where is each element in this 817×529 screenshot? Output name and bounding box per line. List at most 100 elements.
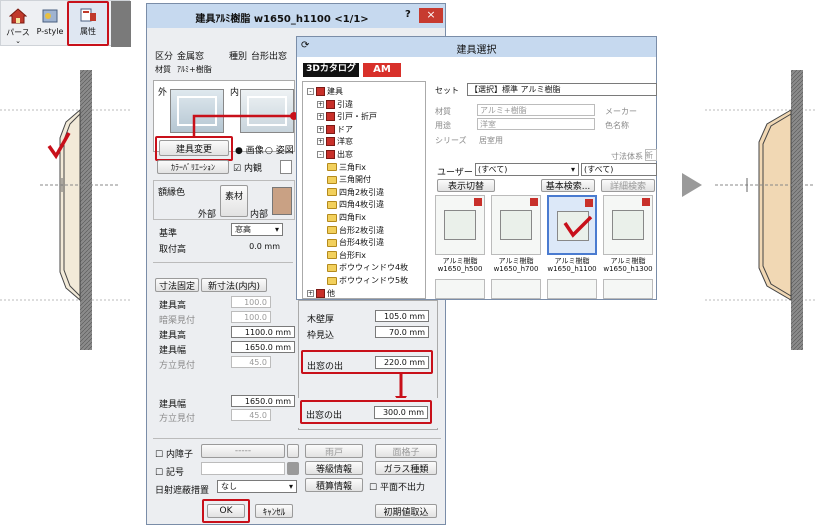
tree-item[interactable]: 四角Fix xyxy=(327,212,366,223)
wall-thickness-field[interactable]: 105.0 mm xyxy=(375,310,429,322)
expander-icon[interactable]: + xyxy=(317,100,324,108)
symbol-field[interactable] xyxy=(201,462,285,475)
frame-depth-label: 枠見込 xyxy=(307,331,335,341)
inner-shoji-side-button[interactable] xyxy=(287,444,299,458)
row-field[interactable]: 45.0 xyxy=(231,356,271,368)
estimate-button[interactable]: 積算情報 xyxy=(305,478,363,492)
expander-icon[interactable]: + xyxy=(317,113,324,121)
tree-item[interactable]: + 引違 xyxy=(317,99,353,110)
tree-item[interactable]: + ドア xyxy=(317,124,353,135)
tree-item-label: 引戸・折戸 xyxy=(337,112,377,122)
prop-field[interactable]: アルミ+樹脂 xyxy=(477,104,595,116)
outer-label: 外部 xyxy=(198,210,217,220)
expander-icon[interactable]: + xyxy=(317,138,324,146)
plan-view-before xyxy=(0,50,130,526)
thumb-item[interactable] xyxy=(603,279,653,299)
inner-shoji-checkbox[interactable]: ☐ 内障子 xyxy=(155,447,193,460)
tab-3d-catalog[interactable]: 3Dカタログ xyxy=(303,63,359,77)
basic-search-button[interactable]: 基本検索... xyxy=(541,179,595,192)
inner-view-swatch[interactable] xyxy=(280,160,292,174)
dialog-titlebar: 建具ｱﾙﾐ樹脂 w1650_h1100 <1/1> ? × xyxy=(147,4,445,28)
thumb-item[interactable] xyxy=(547,279,597,299)
color-variation-button[interactable]: ｶﾗｰﾊﾞﾘｴｰｼｮﾝ xyxy=(157,160,229,174)
close-button[interactable]: × xyxy=(419,8,443,23)
amado-button[interactable]: 雨戸 xyxy=(305,444,363,458)
status-icon xyxy=(530,198,538,206)
expander-icon[interactable]: + xyxy=(317,125,324,133)
tree-item-label: 四角2枚引違 xyxy=(339,187,385,197)
tree-item[interactable]: 四角4枚引違 xyxy=(327,199,384,210)
tree-item[interactable]: ボウウィンドウ4枚 xyxy=(327,262,408,273)
tree-item[interactable]: + 引戸・折戸 xyxy=(317,111,377,122)
help-button[interactable]: ? xyxy=(405,9,411,20)
inner-view-checkbox[interactable]: ☑ 内観 xyxy=(233,161,262,174)
thumb-item[interactable] xyxy=(491,195,541,255)
tree-item[interactable]: ボウウィンドウ5枚 xyxy=(327,275,408,286)
thumb-item[interactable] xyxy=(435,279,485,299)
plane-no-output-checkbox[interactable]: ☐ 平面不出力 xyxy=(369,480,425,493)
row-label: 建具高 xyxy=(159,301,187,311)
row-field[interactable]: 1650.0 mm xyxy=(231,395,295,407)
cancel-button[interactable]: ｷｬﾝｾﾙ xyxy=(255,504,293,518)
shade-select[interactable]: なし ▾ xyxy=(217,480,297,493)
tree-item[interactable]: 台形4枚引違 xyxy=(327,237,384,248)
tree-item[interactable]: 台形Fix xyxy=(327,250,366,261)
symbol-checkbox[interactable]: ☐ 記号 xyxy=(155,465,184,478)
radio-figure[interactable]: ○ 姿図 xyxy=(265,143,294,156)
symbol-side-button[interactable] xyxy=(287,462,299,475)
thumb-item[interactable] xyxy=(435,195,485,255)
row-field[interactable]: 100.0 xyxy=(231,311,271,323)
inner-shoji-button[interactable]: ----- xyxy=(201,444,285,458)
thumb-label-1: アルミ樹脂 xyxy=(442,257,478,265)
thumb-item[interactable] xyxy=(603,195,653,255)
row-field[interactable]: 1650.0 mm xyxy=(231,341,295,353)
user-select[interactable]: (すべて) ▾ xyxy=(475,163,579,176)
row-field[interactable]: 1100.0 mm xyxy=(231,326,295,338)
frame-depth-field[interactable]: 70.0 mm xyxy=(375,326,429,338)
dim-fixed-button[interactable]: 寸法固定 xyxy=(155,278,199,292)
folder-icon xyxy=(327,238,337,247)
tree-item[interactable]: 四角2枚引違 xyxy=(327,187,384,198)
row-field[interactable]: 100.0 xyxy=(231,296,271,308)
perspective-button[interactable]: パース ⌄ xyxy=(3,4,33,45)
set-field[interactable]: 【選択】標準 アルミ樹脂 xyxy=(467,83,657,96)
radio-image[interactable]: ● 画像 xyxy=(235,143,264,156)
mount-height-field[interactable]: 0.0 mm xyxy=(231,240,283,252)
koshi-button[interactable]: 面格子 xyxy=(375,444,437,458)
user-select-2[interactable]: (すべて) xyxy=(581,163,657,176)
view-switch-button[interactable]: 表示切替 xyxy=(437,179,495,192)
tree-item[interactable]: 三角Fix xyxy=(327,162,366,173)
tree-item[interactable]: - 出窓 xyxy=(317,149,353,160)
glass-button[interactable]: ガラス種類 xyxy=(375,461,437,475)
tree-item[interactable]: 台形2枚引違 xyxy=(327,225,384,236)
tree-item[interactable]: + 洋窓 xyxy=(317,136,353,147)
inner-view-label: 内観 xyxy=(243,164,262,174)
row-field[interactable]: 45.0 xyxy=(231,409,271,421)
thumb-label: アルミ樹脂 w1650_h500 xyxy=(433,257,489,273)
catalog-title: 建具選択 xyxy=(456,45,497,56)
expander-icon[interactable]: - xyxy=(307,88,314,95)
detail-search-button[interactable]: 詳細検索 xyxy=(601,179,655,192)
house-icon xyxy=(8,8,28,24)
thumb-label-1: アルミ樹脂 xyxy=(554,257,590,265)
grade-button[interactable]: 等級情報 xyxy=(305,461,363,475)
color-swatch[interactable] xyxy=(272,187,292,215)
plane-no-output-label: 平面不出力 xyxy=(379,483,425,493)
expander-icon[interactable]: - xyxy=(317,151,324,158)
material-button[interactable]: 素材 xyxy=(220,185,248,217)
dim-system-field[interactable]: 新 xyxy=(645,149,657,161)
tree-item[interactable]: - 建具 xyxy=(307,86,343,97)
tree-item[interactable]: 三角開付 xyxy=(327,174,371,185)
new-dim-button[interactable]: 新寸法(内内) xyxy=(201,278,267,292)
folder-icon xyxy=(327,263,337,272)
tree-item-label: 建具 xyxy=(327,87,343,96)
book-icon xyxy=(326,112,335,122)
base-select[interactable]: 窓高 ▾ xyxy=(231,223,283,236)
thumb-item[interactable] xyxy=(491,279,541,299)
initial-value-button[interactable]: 初期値取込 xyxy=(375,504,437,518)
expander-icon[interactable]: + xyxy=(307,289,314,297)
tab-am[interactable]: AM xyxy=(363,63,401,77)
pstyle-button[interactable]: P-style xyxy=(35,4,65,44)
tree-item[interactable]: + 他 xyxy=(307,288,335,298)
prop-field[interactable]: 洋室 xyxy=(477,118,595,130)
